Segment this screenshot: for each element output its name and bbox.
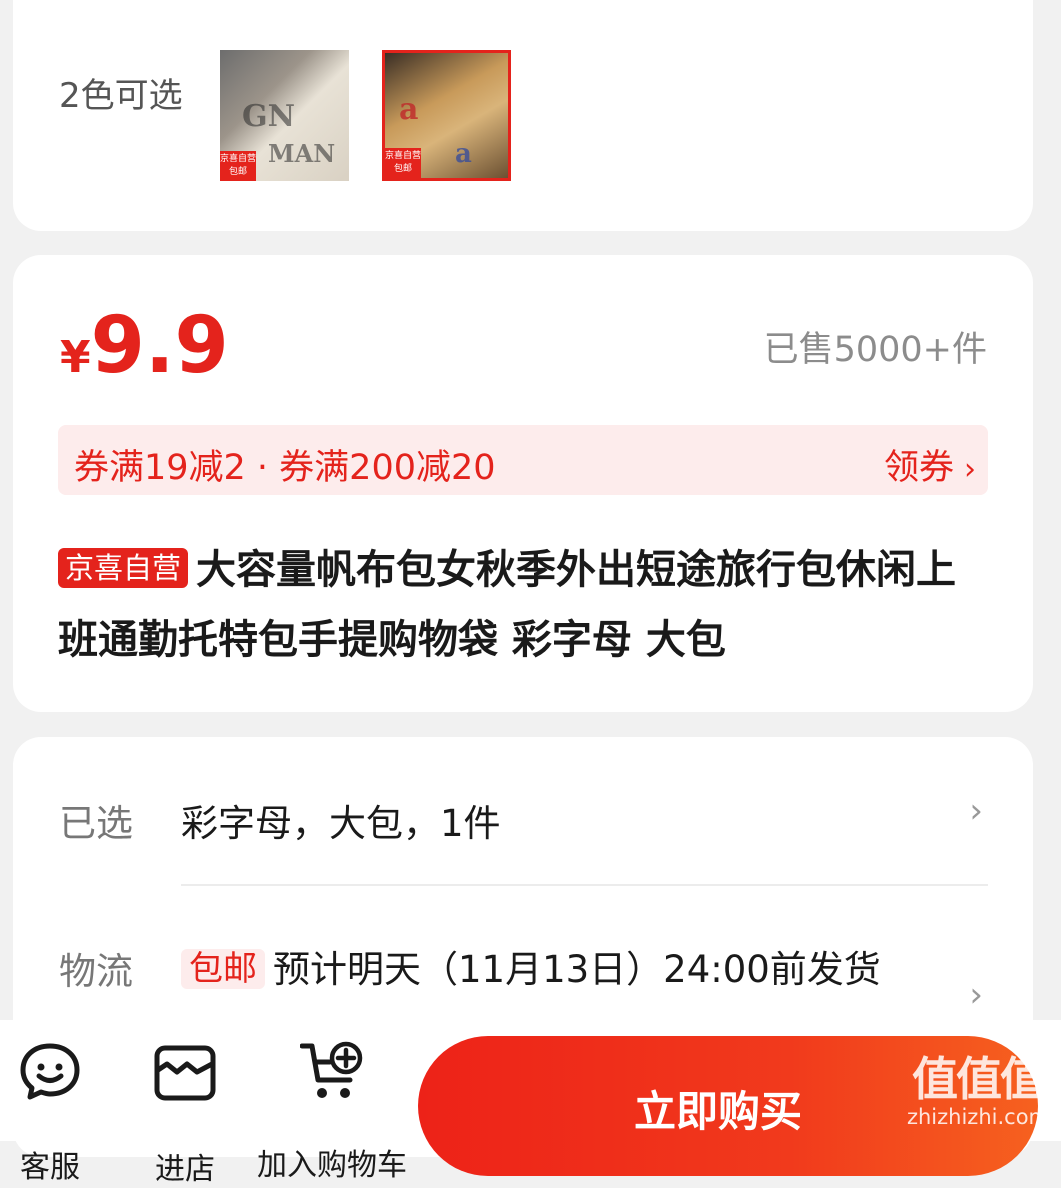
- bottom-action-bar: 客服 进店 加入购物车 立即购买: [0, 1020, 1061, 1187]
- color-option-1[interactable]: GN MAN 京喜自营 包邮: [220, 50, 349, 181]
- chevron-right-icon: ›: [964, 452, 976, 487]
- bag-print-icon: GN: [242, 99, 296, 134]
- product-price: ¥9.9: [60, 301, 229, 391]
- free-shipping-tag: 京喜自营 包邮: [385, 148, 421, 178]
- add-to-cart-icon: [300, 1041, 363, 1098]
- logistics-label: 物流: [59, 950, 133, 993]
- free-shipping-tag: 包邮: [181, 949, 265, 989]
- color-options-card: 2色可选 GN MAN 京喜自营 包邮 a a 京喜自营 包邮: [13, 0, 1033, 231]
- self-operated-badge: 京喜自营: [58, 548, 189, 588]
- add-to-cart-label: 加入购物车: [257, 1148, 407, 1183]
- divider: [181, 884, 988, 886]
- watermark: 值值值 zhizhizhi.com: [907, 1053, 1049, 1129]
- delivery-estimate: 预计明天（11月13日）24:00前发货: [273, 948, 881, 991]
- tag-top-text: 京喜自营: [220, 154, 257, 164]
- price-amount: 9.9: [90, 301, 229, 391]
- store-icon: [154, 1045, 216, 1101]
- watermark-url: zhizhizhi.com: [906, 1105, 1049, 1129]
- tag-bottom-text: 包邮: [393, 164, 412, 174]
- customer-service-button[interactable]: 客服: [18, 1042, 82, 1185]
- get-coupon-button[interactable]: 领券 ›: [884, 439, 976, 490]
- customer-service-icon: [20, 1043, 80, 1100]
- color-count-label: 2色可选: [59, 76, 183, 116]
- bag-print-icon: a: [399, 92, 419, 127]
- selected-value: 彩字母，大包，1件: [181, 802, 501, 845]
- store-button[interactable]: 进店: [152, 1044, 218, 1187]
- selected-label: 已选: [59, 802, 133, 845]
- tag-top-text: 京喜自营: [385, 151, 422, 161]
- price-card: ¥9.9 已售5000+件 券满19减2 · 券满200减20 领券 › 京喜自营…: [13, 255, 1033, 712]
- bag-print-icon: a: [455, 139, 472, 169]
- coupon-text: 券满19减2 · 券满200减20: [74, 448, 496, 488]
- product-title-text: 大容量帆布包女秋季外出短途旅行包休闲上班通勤托特包手提购物袋 彩字母 大包: [58, 547, 957, 663]
- bag-print-icon: MAN: [268, 139, 336, 168]
- logistics-value: 包邮 预计明天（11月13日）24:00前发货: [181, 939, 881, 993]
- add-to-cart-button[interactable]: 加入购物车: [257, 1040, 407, 1183]
- tag-bottom-text: 包邮: [228, 167, 247, 177]
- coupon-bar[interactable]: 券满19减2 · 券满200减20 领券 ›: [58, 425, 988, 495]
- get-coupon-label: 领券: [883, 448, 954, 488]
- currency-symbol: ¥: [60, 332, 91, 383]
- product-title: 京喜自营 大容量帆布包女秋季外出短途旅行包休闲上班通勤托特包手提购物袋 彩字母 大…: [58, 535, 988, 675]
- sold-count: 已售5000+件: [763, 330, 987, 370]
- free-shipping-tag: 京喜自营 包邮: [220, 151, 256, 181]
- chevron-right-icon: ›: [969, 791, 983, 831]
- watermark-logo: 值值值: [911, 1052, 1046, 1106]
- chevron-right-icon: ›: [969, 975, 983, 1015]
- color-option-2-selected[interactable]: a a 京喜自营 包邮: [382, 50, 511, 181]
